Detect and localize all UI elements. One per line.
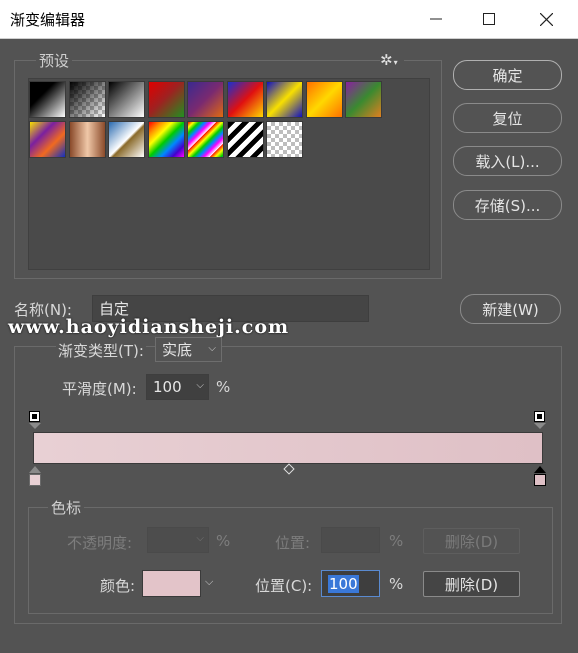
preset-swatch-fg-bg[interactable]: [29, 81, 66, 118]
color-label: 颜色:: [100, 577, 136, 595]
preset-swatch-blue-yellow-blue[interactable]: [266, 81, 303, 118]
opacity-position-unit: %: [389, 532, 404, 550]
smoothness-label: 平滑度(M):: [62, 380, 137, 398]
chevron-down-icon: ⌵: [196, 533, 204, 544]
preset-swatch-neutral-density[interactable]: [266, 120, 303, 158]
close-button[interactable]: [520, 0, 572, 38]
minimize-button[interactable]: [410, 0, 462, 38]
gradient-bar[interactable]: [33, 432, 543, 464]
new-button[interactable]: 新建(W): [460, 294, 561, 324]
presets-menu-button[interactable]: ✲ ▾: [380, 51, 404, 69]
color-stop-right-arrow: [534, 466, 546, 473]
ok-button[interactable]: 确定: [453, 60, 562, 90]
color-position-unit: %: [389, 575, 404, 593]
preset-swatch-transparent-rainbow[interactable]: [187, 120, 224, 158]
gradient-type-label: 渐变类型(T):: [56, 340, 146, 361]
chevron-down-icon: ⌵: [208, 343, 216, 354]
stops-group: [28, 507, 553, 614]
chevron-down-icon[interactable]: ⌵: [205, 575, 213, 589]
color-position-label: 位置(C):: [255, 577, 313, 595]
preset-swatch-blue-red-yellow[interactable]: [226, 81, 264, 118]
preset-swatch-fg-transparent[interactable]: [68, 81, 106, 118]
color-stop-right[interactable]: [534, 474, 546, 486]
window-title: 渐变编辑器: [10, 11, 86, 29]
watermark-text: www.haoyidiansheji.com: [8, 316, 290, 338]
maximize-icon: [483, 13, 495, 25]
chevron-down-icon: ▾: [393, 58, 398, 67]
preset-swatch-spectrum[interactable]: [147, 120, 185, 158]
opacity-stop-left-inner: [32, 414, 37, 419]
opacity-position-label: 位置:: [275, 534, 311, 552]
stops-group-label: 色标: [48, 497, 85, 518]
gradient-type-value: 实底: [162, 341, 193, 359]
gear-icon: ✲: [380, 50, 393, 69]
opacity-unit: %: [216, 532, 231, 550]
preset-swatch-red-green[interactable]: [147, 81, 185, 118]
opacity-stop-right-arrow: [534, 423, 546, 429]
opacity-position-input[interactable]: [321, 527, 380, 553]
color-delete-button[interactable]: 删除(D): [423, 571, 520, 597]
close-icon: [539, 12, 553, 26]
opacity-stop-right-inner: [537, 414, 542, 419]
color-stop-left[interactable]: [29, 474, 41, 486]
opacity-label: 不透明度:: [67, 534, 133, 552]
preset-swatch-yellow-violet-orange-blue[interactable]: [29, 120, 66, 158]
smoothness-unit: %: [216, 378, 231, 396]
load-button[interactable]: 载入(L)...: [453, 146, 562, 176]
minimize-icon: [430, 18, 442, 20]
color-position-input[interactable]: 100: [321, 570, 380, 597]
color-position-value: 100: [328, 574, 359, 593]
color-swatch[interactable]: [142, 570, 201, 597]
reset-button[interactable]: 复位: [453, 103, 562, 133]
preset-swatch-orange-yellow-orange[interactable]: [305, 81, 343, 118]
preset-swatch-violet-green-orange[interactable]: [345, 81, 382, 118]
preset-swatch-copper[interactable]: [68, 120, 106, 158]
opacity-delete-button[interactable]: 删除(D): [423, 528, 520, 554]
color-stop-left-arrow: [29, 466, 41, 473]
preset-swatch-black-white[interactable]: [108, 81, 145, 118]
opacity-stop-left-arrow: [29, 423, 41, 429]
presets-label: 预设: [36, 50, 73, 71]
preset-swatch-chrome[interactable]: [108, 120, 145, 158]
opacity-input[interactable]: ⌵: [147, 527, 209, 553]
preset-swatch-violet-orange[interactable]: [187, 81, 224, 118]
save-button[interactable]: 存储(S)...: [453, 190, 562, 220]
smoothness-input[interactable]: 100 ⌵: [146, 374, 209, 400]
gradient-type-select[interactable]: 实底 ⌵: [155, 337, 222, 362]
title-bar: 渐变编辑器: [0, 0, 578, 39]
maximize-button[interactable]: [463, 0, 515, 38]
preset-swatch-transparent-stripes[interactable]: [226, 120, 264, 158]
smoothness-value: 100: [153, 378, 182, 396]
chevron-down-icon: ⌵: [196, 380, 204, 391]
